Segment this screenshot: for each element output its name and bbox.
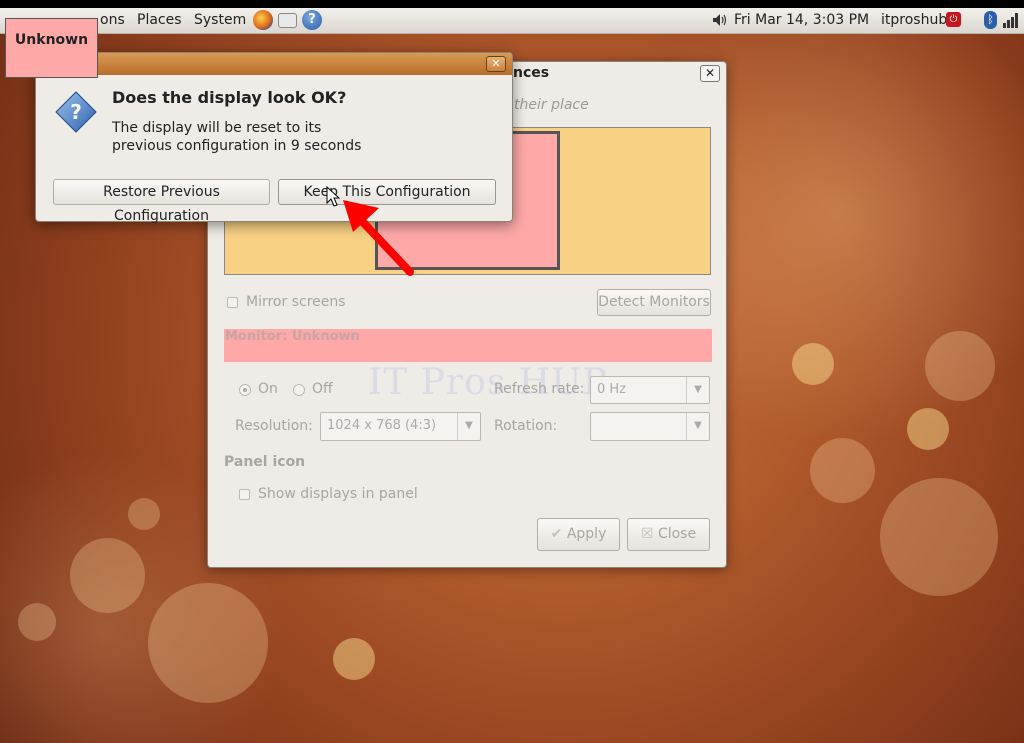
close-icon[interactable]: ✕ [486,56,506,72]
cursor-icon [326,186,340,207]
firefox-icon[interactable] [253,10,273,30]
rotation-combo[interactable]: ▼ [590,412,710,441]
apply-label: Apply [566,526,607,542]
annotation-arrow-icon [343,200,414,276]
bluetooth-icon[interactable]: ᛒ [984,11,997,29]
unknown-monitor-label: Unknown [5,18,98,78]
apply-button[interactable]: ✔ Apply [537,518,620,551]
hint-text: their place [514,97,589,113]
clock[interactable]: Fri Mar 14, 3:03 PM [734,12,869,28]
places-menu[interactable]: Places [137,12,182,28]
rotation-label: Rotation: [494,418,558,434]
restore-previous-configuration-button[interactable]: Restore Previous Configuration [53,179,270,224]
close-x-icon: ☒ [640,526,654,542]
bokeh-light [148,583,268,703]
close-icon[interactable]: ✕ [700,65,720,82]
volume-icon[interactable] [712,13,728,27]
off-label: Off [312,381,333,397]
mirror-screens-checkbox[interactable] [227,297,238,308]
mirror-screens-label: Mirror screens [246,294,346,310]
close-label: Close [657,526,697,542]
resolution-combo[interactable]: 1024 x 768 (4:3) ▼ [320,412,481,441]
refresh-rate-combo[interactable]: 0 Hz ▼ [590,376,710,404]
dialog-heading: Does the display look OK? [112,88,347,107]
bokeh-light [70,538,145,613]
system-menu[interactable]: System [194,12,246,28]
window-title: nces [513,65,550,81]
on-label: On [258,381,278,397]
desktop: ons Places System ? Fri Mar 14, 3:03 PM … [0,8,1024,743]
bokeh-light [18,603,56,641]
resolution-label: Resolution: [235,418,313,434]
top-panel: ons Places System ? Fri Mar 14, 3:03 PM … [0,8,1024,34]
show-displays-label: Show displays in panel [258,486,418,502]
close-button[interactable]: ☒ Close [627,518,710,551]
mail-icon[interactable] [278,13,297,28]
monitor-heading-bar: Monitor: Unknown [224,329,712,362]
on-radio[interactable] [239,384,251,396]
user-menu[interactable]: itproshub [881,12,947,28]
confirm-display-dialog: ✕ ? Does the display look OK? The displa… [35,52,513,224]
refresh-rate-label: Refresh rate: [494,381,585,397]
show-displays-checkbox[interactable] [239,489,250,500]
svg-text:?: ? [70,100,82,124]
bokeh-light [333,638,375,680]
off-radio[interactable] [293,384,305,396]
bokeh-light [880,478,998,596]
bokeh-light [907,408,949,450]
chevron-down-icon: ▼ [686,377,709,403]
resolution-value: 1024 x 768 (4:3) [327,418,437,433]
message-line: previous configuration in 9 seconds [112,138,362,154]
message-line: The display will be reset to its [112,120,322,136]
applications-menu[interactable]: ons [100,12,125,28]
bokeh-light [128,498,160,530]
monitor-heading: Monitor: Unknown [225,329,360,344]
detect-monitors-button[interactable]: Detect Monitors [597,289,711,316]
bokeh-light [925,331,995,401]
bokeh-light [792,343,834,385]
bokeh-light [810,438,875,503]
network-icon[interactable] [1003,12,1021,28]
chevron-down-icon: ▼ [686,413,709,440]
checkmark-icon: ✔ [550,526,563,542]
dialog-message: The display will be reset to its previou… [112,119,452,155]
dialog-titlebar[interactable]: ✕ [36,53,512,75]
panel-icon-heading: Panel icon [224,454,306,470]
chevron-down-icon: ▼ [457,413,480,440]
help-icon[interactable]: ? [302,10,322,30]
refresh-rate-value: 0 Hz [597,382,627,397]
shutdown-icon[interactable]: ⏻ [946,12,961,27]
question-icon: ? [55,91,97,133]
